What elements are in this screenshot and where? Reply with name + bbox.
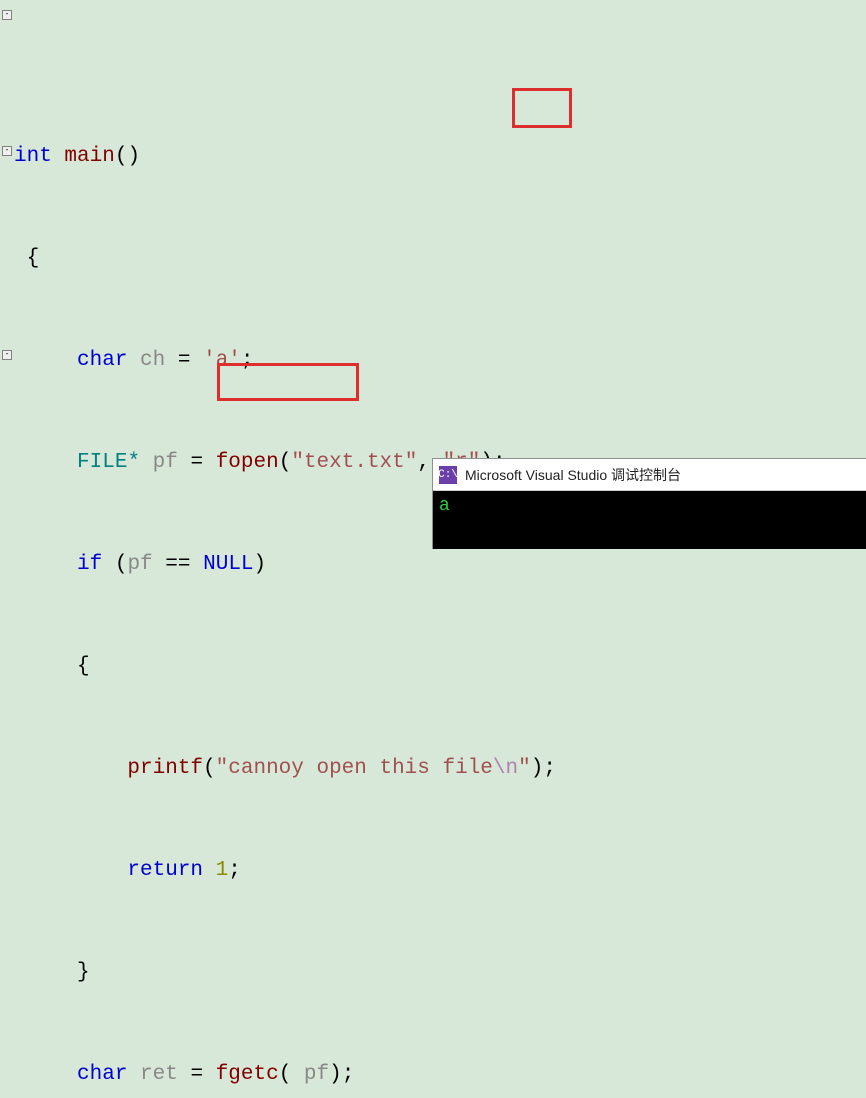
type-file: FILE xyxy=(77,451,127,474)
code-line[interactable]: { xyxy=(0,650,866,684)
brace: } xyxy=(77,961,90,984)
op-eq: = xyxy=(190,451,203,474)
paren: ); xyxy=(329,1063,354,1086)
paren: ( xyxy=(203,757,216,780)
op-star: * xyxy=(127,451,140,474)
ident-pf: pf xyxy=(304,1063,329,1086)
console-output[interactable]: a xyxy=(433,491,866,549)
console-title: Microsoft Visual Studio 调试控制台 xyxy=(465,465,681,485)
char-literal: 'a' xyxy=(203,349,241,372)
func-fopen: fopen xyxy=(216,451,279,474)
paren: ( xyxy=(279,451,292,474)
console-output-text: a xyxy=(439,496,450,516)
paren: ( xyxy=(115,553,128,576)
ident-main: main xyxy=(64,145,114,168)
ident-ret: ret xyxy=(140,1063,178,1086)
brace: { xyxy=(77,655,90,678)
code-line[interactable]: char ch = 'a'; xyxy=(0,344,866,378)
code-line[interactable]: printf("cannoy open this file\n"); xyxy=(0,752,866,786)
op-eqeq: == xyxy=(165,553,190,576)
func-printf: printf xyxy=(127,757,203,780)
code-editor[interactable]: - - - int main() { char ch = 'a'; FILE* … xyxy=(0,0,866,1098)
ident-pf: pf xyxy=(127,553,152,576)
code-line[interactable]: { xyxy=(0,242,866,276)
code-line[interactable]: int main() xyxy=(0,140,866,174)
fold-icon[interactable]: - xyxy=(2,10,12,20)
keyword-if: if xyxy=(77,553,102,576)
code-line[interactable]: if (pf == NULL) xyxy=(0,548,866,582)
ident-pf: pf xyxy=(153,451,178,474)
console-title-bar[interactable]: C:\ Microsoft Visual Studio 调试控制台 xyxy=(433,459,866,491)
paren: ); xyxy=(531,757,556,780)
semicolon: ; xyxy=(228,859,241,882)
semicolon: ; xyxy=(241,349,254,372)
func-fgetc: fgetc xyxy=(216,1063,279,1086)
keyword-char: char xyxy=(77,349,127,372)
code-line[interactable]: char ret = fgetc( pf); xyxy=(0,1058,866,1092)
keyword-char: char xyxy=(77,1063,127,1086)
parens: () xyxy=(115,145,140,168)
op-eq: = xyxy=(178,349,191,372)
op-eq: = xyxy=(190,1063,203,1086)
null-literal: NULL xyxy=(203,553,253,576)
string-literal: " xyxy=(518,757,531,780)
console-icon: C:\ xyxy=(439,466,457,484)
code-line[interactable]: return 1; xyxy=(0,854,866,888)
keyword-int: int xyxy=(14,145,52,168)
string-literal: "cannoy open this file xyxy=(216,757,493,780)
paren: ) xyxy=(254,553,267,576)
paren: ( xyxy=(279,1063,304,1086)
debug-console-window[interactable]: C:\ Microsoft Visual Studio 调试控制台 a xyxy=(432,458,866,549)
ident-ch: ch xyxy=(140,349,165,372)
escape-seq: \n xyxy=(493,757,518,780)
string-literal: "text.txt" xyxy=(291,451,417,474)
num-literal: 1 xyxy=(216,859,229,882)
code-line[interactable]: } xyxy=(0,956,866,990)
keyword-return: return xyxy=(127,859,203,882)
brace: { xyxy=(27,247,40,270)
